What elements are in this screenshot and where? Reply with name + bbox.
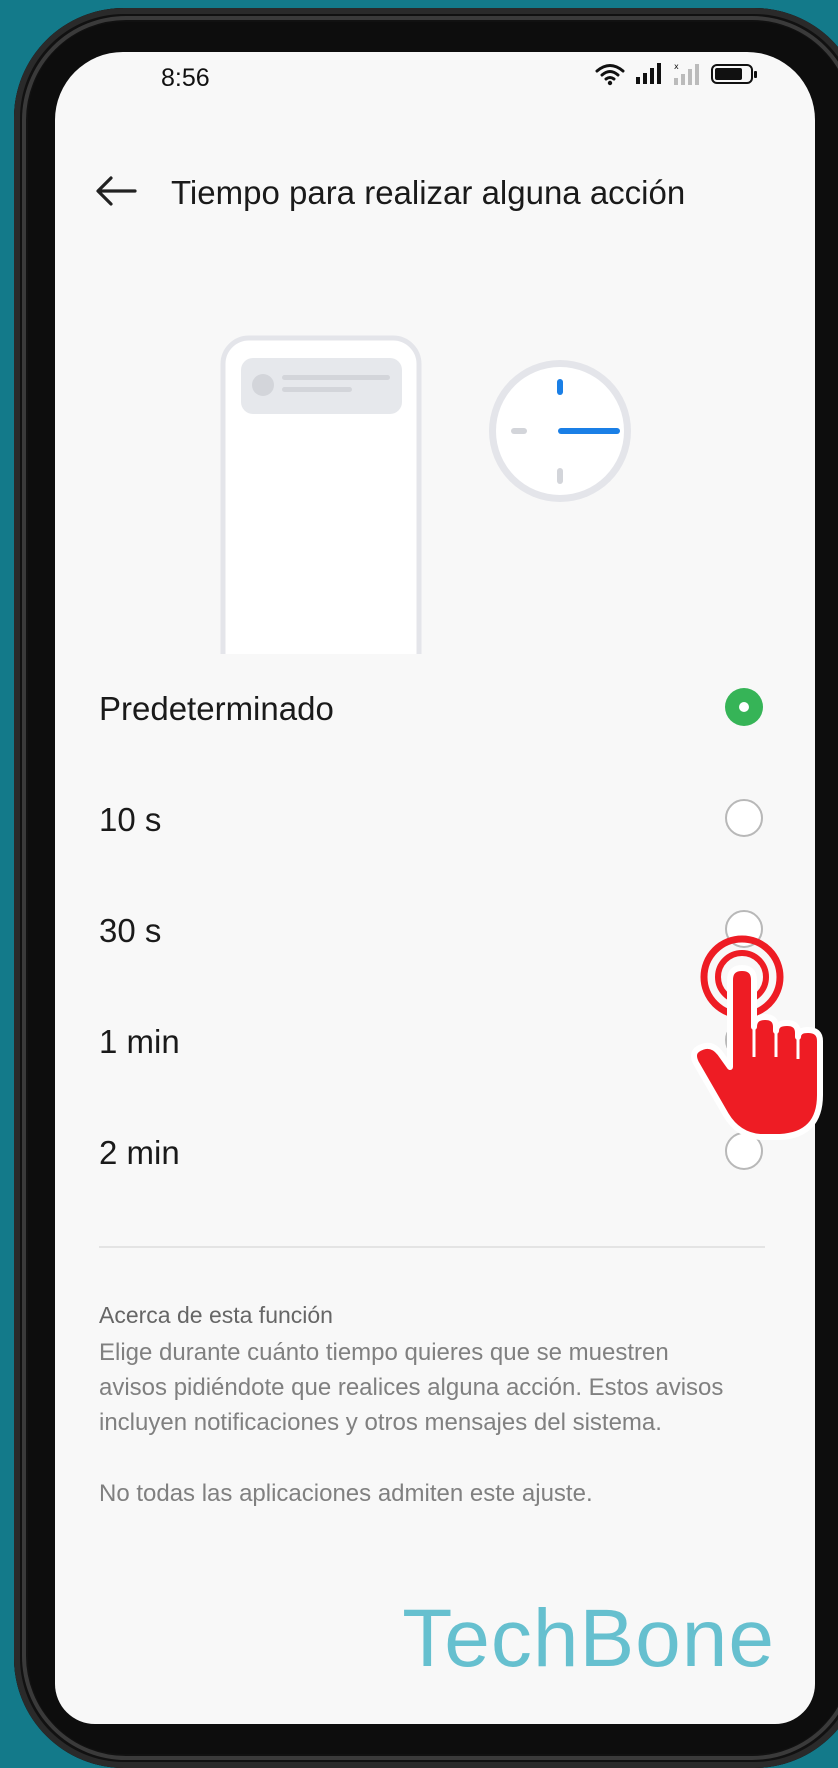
option-label: Predeterminado (99, 690, 334, 727)
option-default[interactable]: Predeterminado (55, 654, 815, 765)
about-body: Elige durante cuánto tiempo quieres que … (99, 1339, 724, 1436)
about-note: No todas las aplicaciones admiten este a… (99, 1480, 593, 1507)
back-button[interactable] (91, 166, 141, 216)
page-title: Tiempo para realizar alguna acción (171, 174, 686, 211)
radio-unselected[interactable] (725, 799, 763, 837)
signal-secondary-icon: x (674, 62, 699, 85)
option-label: 10 s (99, 801, 162, 838)
battery-level (715, 68, 742, 80)
battery-icon (711, 64, 757, 84)
status-icons: x (595, 62, 757, 86)
radio-selected[interactable] (725, 688, 763, 726)
tap-hand-icon (691, 935, 823, 1140)
techbone-watermark: TechBone (402, 1593, 775, 1684)
arrow-left-icon (96, 176, 137, 206)
about-section: Acerca de esta función Elige durante cuá… (99, 1302, 739, 1508)
header: Tiempo para realizar alguna acción (55, 152, 815, 232)
about-heading: Acerca de esta función (99, 1302, 333, 1328)
divider (99, 1246, 765, 1248)
svg-text:x: x (674, 62, 679, 71)
option-label: 30 s (99, 912, 162, 949)
option-10s[interactable]: 10 s (55, 765, 815, 876)
option-label: 1 min (99, 1023, 180, 1060)
timer-illustration (220, 335, 631, 654)
signal-icon (636, 63, 661, 84)
wifi-icon (595, 64, 625, 86)
screen: 8:56 x Tiempo para realizar alguna acció… (55, 52, 815, 1724)
option-label: 2 min (99, 1134, 180, 1171)
status-bar: 8:56 x (55, 52, 815, 108)
clock-graphic (489, 360, 631, 502)
status-time: 8:56 (161, 64, 210, 92)
